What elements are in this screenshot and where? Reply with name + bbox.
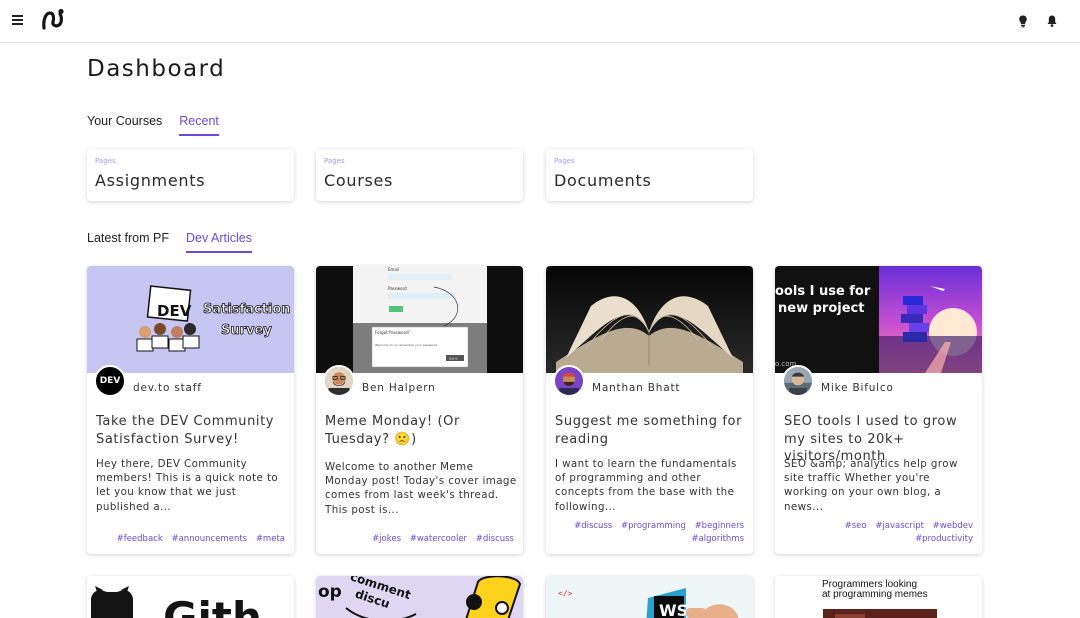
page-card-courses[interactable]: Pages Courses — [316, 149, 523, 201]
article-cover-image: Email Password Forgot Password? Welcome … — [316, 266, 523, 373]
article-cover-image: Gith — [87, 576, 294, 618]
top-bar — [0, 0, 1080, 43]
article-card[interactable]: DEV Satisfaction Survey DEV dev.to staff… — [87, 266, 294, 554]
avatar[interactable] — [323, 365, 355, 397]
tag-link[interactable]: #feedback — [117, 534, 163, 544]
tab-your-courses[interactable]: Your Courses — [87, 114, 162, 136]
page-card-assignments[interactable]: Pages Assignments — [87, 149, 294, 201]
page-card-name: Documents — [554, 171, 652, 190]
article-card[interactable]: Email Password Forgot Password? Welcome … — [316, 266, 523, 554]
article-author[interactable]: Manthan Bhatt — [592, 382, 680, 394]
article-description: SEO &amp; analytics help grow site traff… — [784, 458, 958, 513]
avatar[interactable] — [553, 365, 585, 397]
page-card-name: Courses — [324, 171, 394, 190]
article-description: Welcome to another Meme Monday post! Tod… — [325, 461, 517, 516]
article-tabs: Latest from PF Dev Articles — [87, 231, 252, 253]
course-tabs: Your Courses Recent — [87, 114, 219, 136]
article-tags: #feedback #announcements #meta — [95, 533, 285, 546]
article-tags: #discuss #programming #beginners #algori… — [554, 520, 744, 545]
page-title: Dashboard — [87, 56, 226, 82]
cover-dialog-button: Got it — [449, 357, 458, 361]
article-card[interactable]: ools I use for new project o.com Mike Bi… — [775, 266, 982, 554]
article-card[interactable]: op comment discu — [316, 576, 523, 618]
article-title[interactable]: Suggest me something for reading — [555, 413, 747, 448]
bell-icon[interactable] — [1045, 14, 1059, 28]
article-cover-image: DEV Satisfaction Survey — [87, 266, 294, 373]
tag-link[interactable]: #discuss — [574, 521, 612, 531]
tag-link[interactable]: #beginners — [695, 521, 744, 531]
avatar[interactable]: DEV — [94, 365, 126, 397]
cover-headline-line-2: new project — [778, 301, 864, 316]
article-tags: #jokes #watercooler #discuss — [324, 533, 514, 546]
article-cover-image: ools I use for new project o.com — [775, 266, 982, 373]
lightbulb-icon[interactable] — [1016, 14, 1030, 28]
article-title[interactable]: Take the DEV Community Satisfaction Surv… — [96, 413, 288, 448]
tag-link[interactable]: #announcements — [171, 534, 247, 544]
tag-link[interactable]: #discuss — [476, 534, 514, 544]
cover-satisfaction-text: Satisfaction — [203, 302, 291, 317]
code-brackets-icon: </> — [558, 589, 573, 598]
tag-link[interactable]: #meta — [256, 534, 285, 544]
tab-dev-articles[interactable]: Dev Articles — [185, 231, 252, 253]
page-card-name: Assignments — [95, 171, 206, 190]
page-card-kicker: Pages — [95, 157, 116, 165]
article-author[interactable]: dev.to staff — [133, 382, 202, 394]
article-card[interactable]: </> WS — [546, 576, 753, 618]
tag-link[interactable]: #seo — [845, 521, 867, 531]
tag-link[interactable]: #algorithms — [691, 534, 744, 544]
tag-link[interactable]: #javascript — [875, 521, 924, 531]
cover-survey-text: Survey — [221, 323, 272, 338]
article-cover-image: Programmers looking at programming memes — [775, 576, 982, 618]
cover-password-label: Password — [388, 286, 407, 291]
article-tags: #seo #javascript #webdev #productivity — [783, 520, 973, 545]
tab-recent[interactable]: Recent — [179, 114, 219, 136]
tag-link[interactable]: #webdev — [933, 521, 973, 531]
cover-github-text: Gith — [163, 593, 262, 618]
article-description: I want to learn the fundamentals of prog… — [555, 458, 737, 513]
tag-link[interactable]: #programming — [621, 521, 686, 531]
tag-link[interactable]: #jokes — [372, 534, 401, 544]
article-cover-image: op comment discu — [316, 576, 523, 618]
article-card[interactable]: Gith — [87, 576, 294, 618]
avatar[interactable] — [782, 365, 814, 397]
cover-email-label: Email — [388, 267, 399, 272]
article-card[interactable]: Manthan Bhatt Suggest me something for r… — [546, 266, 753, 554]
app-logo-icon[interactable] — [40, 7, 66, 33]
cover-headline-line-1: ools I use for — [775, 284, 871, 299]
cover-dialog-text: Welcome to no remember your password. — [375, 343, 438, 347]
article-cover-image — [546, 266, 753, 373]
cover-dev-text: DEV — [157, 302, 192, 320]
tag-link[interactable]: #productivity — [915, 534, 973, 544]
article-author[interactable]: Ben Halpern — [362, 382, 436, 394]
article-author[interactable]: Mike Bifulco — [821, 382, 894, 394]
tag-link[interactable]: #watercooler — [410, 534, 467, 544]
hamburger-menu-icon[interactable] — [12, 15, 23, 26]
tab-latest-from-pf[interactable]: Latest from PF — [87, 231, 169, 253]
cover-meme-line-2: at programming memes — [822, 589, 928, 600]
article-card[interactable]: Programmers looking at programming memes — [775, 576, 982, 618]
article-cover-image: </> WS — [546, 576, 753, 618]
cover-ws-text: WS — [659, 601, 688, 618]
cover-forgot-password: Forgot Password? — [375, 330, 410, 335]
avatar-text: DEV — [99, 376, 121, 386]
page-card-kicker: Pages — [324, 157, 345, 165]
article-title[interactable]: Meme Monday! (Or Tuesday? 🙁) — [325, 413, 517, 448]
page-card-documents[interactable]: Pages Documents — [546, 149, 753, 201]
cover-text-op: op — [318, 582, 342, 602]
article-description: Hey there, DEV Community members! This i… — [96, 458, 279, 513]
page-card-kicker: Pages — [554, 157, 575, 165]
